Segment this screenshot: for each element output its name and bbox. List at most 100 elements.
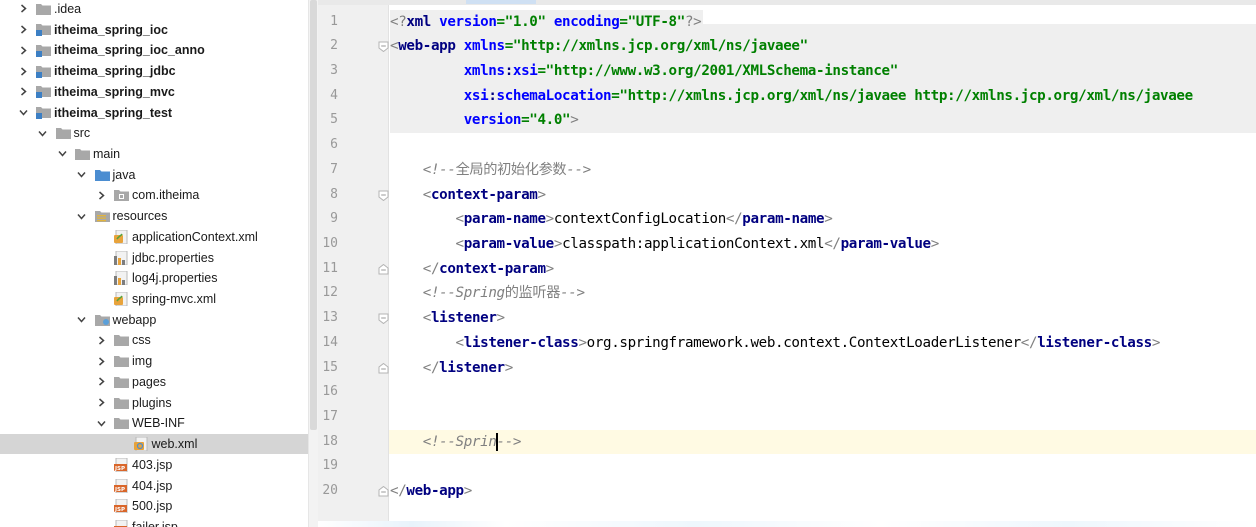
- code-line[interactable]: xmlns:xsi="http://www.w3.org/2001/XMLSch…: [390, 58, 900, 84]
- fold-close-icon[interactable]: [378, 362, 389, 374]
- tree-item[interactable]: applicationContext.xml: [0, 227, 308, 248]
- tree-item[interactable]: .idea: [0, 0, 308, 19]
- chevron-right-icon[interactable]: [18, 45, 28, 55]
- tree-item[interactable]: main: [0, 144, 308, 165]
- code-token: 的监听器: [504, 285, 561, 302]
- tree-item[interactable]: JSP 404.jsp: [0, 475, 308, 496]
- fold-close-icon[interactable]: [378, 486, 389, 497]
- tree-item[interactable]: itheima_spring_test: [0, 102, 308, 123]
- code-token: <?: [390, 13, 407, 30]
- fold-open-icon[interactable]: [378, 313, 389, 325]
- chevron-right-icon[interactable]: [96, 356, 106, 366]
- chevron-right-icon[interactable]: [96, 398, 106, 408]
- jsp-icon: JSP: [114, 499, 129, 514]
- code-token: </: [422, 260, 440, 277]
- tree-item[interactable]: webapp: [0, 309, 308, 330]
- chevron-right-icon[interactable]: [96, 335, 106, 345]
- fold-open-icon[interactable]: [378, 190, 389, 201]
- code-token: xsi: [512, 62, 538, 79]
- tree-item-label: 404.jsp: [132, 478, 173, 493]
- folder-icon: [114, 355, 129, 368]
- scrollbar-thumb[interactable]: [310, 0, 317, 430]
- tree-item[interactable]: resources: [0, 206, 308, 227]
- tree-item[interactable]: itheima_spring_jdbc: [0, 61, 308, 82]
- chevron-down-icon[interactable]: [96, 418, 106, 428]
- tree-item[interactable]: spring-mvc.xml: [0, 289, 308, 310]
- project-tree-scrollbar[interactable]: [308, 0, 318, 527]
- chevron-down-icon[interactable]: [57, 149, 67, 159]
- code-line[interactable]: <web-app xmlns="http://xmlns.jcp.org/xml…: [390, 34, 862, 59]
- tree-item[interactable]: itheima_spring_ioc_anno: [0, 40, 308, 61]
- tree-item[interactable]: css: [0, 330, 308, 351]
- chevron-right-icon[interactable]: [18, 87, 28, 97]
- tree-item[interactable]: web.xml: [0, 433, 308, 455]
- tree-item[interactable]: itheima_spring_mvc: [0, 81, 308, 102]
- code-token: org.springframework.web.context.ContextL…: [586, 334, 1022, 351]
- tree-item[interactable]: itheima_spring_ioc: [0, 19, 308, 40]
- code-line[interactable]: <listener-class>org.springframework.web.…: [390, 331, 1161, 356]
- code-token: >: [824, 211, 833, 228]
- chevron-down-icon[interactable]: [77, 170, 87, 180]
- line-number: 10: [322, 235, 338, 251]
- tree-item[interactable]: log4j.properties: [0, 268, 308, 289]
- spring-xml-icon: [114, 292, 129, 307]
- tree-item[interactable]: WEB-INF: [0, 413, 308, 434]
- code-editor[interactable]: 1 2 3 4 5 6 7 8 9 10 11 12 13 14 15 16 17 18 19 20 <?xml ve…: [318, 0, 1256, 527]
- line-number: 18: [322, 433, 338, 449]
- line-number: 5: [330, 112, 338, 128]
- code-token: -->: [566, 161, 591, 178]
- code-line[interactable]: <context-param>: [390, 183, 546, 208]
- code-line[interactable]: <param-value>classpath:applicationContex…: [390, 232, 940, 257]
- code-token: <!--: [422, 161, 456, 178]
- fold-open-icon[interactable]: [378, 41, 389, 53]
- code-line[interactable]: </context-param>: [390, 257, 554, 282]
- code-line[interactable]: </listener>: [390, 356, 513, 381]
- module-folder-icon: [36, 85, 51, 99]
- chevron-right-icon[interactable]: [96, 377, 106, 387]
- code-token: xml: [406, 13, 440, 30]
- chevron-down-icon[interactable]: [77, 211, 87, 221]
- tree-item[interactable]: pages: [0, 372, 308, 393]
- tree-item[interactable]: JSP 500.jsp: [0, 496, 308, 517]
- chevron-right-icon[interactable]: [18, 25, 28, 35]
- tree-item[interactable]: JSPfailer.jsp: [0, 517, 308, 527]
- code-line[interactable]: <param-name>contextConfigLocation</param…: [390, 207, 833, 232]
- tree-item-label: failer.jsp: [132, 519, 178, 527]
- tree-item[interactable]: java: [0, 164, 308, 185]
- jsp-icon: JSP: [114, 519, 129, 527]
- tree-item[interactable]: img: [0, 351, 308, 372]
- chevron-down-icon[interactable]: [38, 128, 48, 138]
- chevron-down-icon[interactable]: [18, 108, 28, 118]
- fold-close-icon[interactable]: [378, 263, 389, 275]
- code-line[interactable]: <!--全局的初始化参数-->: [390, 158, 591, 183]
- code-line[interactable]: <!--Spring的监听器-->: [390, 281, 585, 306]
- chevron-right-icon[interactable]: [18, 4, 28, 14]
- code-token: version: [463, 112, 522, 129]
- tree-item[interactable]: com.itheima: [0, 185, 308, 206]
- code-line[interactable]: xsi:schemaLocation="http://xmlns.jcp.org…: [390, 83, 1195, 109]
- chevron-right-icon[interactable]: [96, 190, 106, 200]
- tree-item-label: log4j.properties: [132, 271, 218, 286]
- code-token: <!--Spring: [422, 285, 505, 302]
- tree-item[interactable]: src: [0, 123, 308, 144]
- active-tab-marker[interactable]: [466, 0, 536, 4]
- code-line[interactable]: version="4.0">: [390, 108, 581, 134]
- chevron-right-icon[interactable]: [18, 66, 28, 76]
- chevron-down-icon[interactable]: [77, 315, 87, 325]
- tree-item[interactable]: plugins: [0, 392, 308, 413]
- jsp-icon: JSP: [114, 478, 129, 493]
- code-line[interactable]: </web-app>: [390, 479, 472, 504]
- line-number: 4: [330, 87, 338, 103]
- tree-item[interactable]: jdbc.properties: [0, 247, 308, 268]
- code-token: >: [553, 235, 563, 252]
- tree-item-label: plugins: [132, 395, 172, 410]
- code-line[interactable]: <!--Sprin-->: [390, 430, 521, 455]
- module-folder-icon: [36, 106, 51, 120]
- line-number: 11: [322, 260, 338, 276]
- code-token: xmlns: [463, 38, 505, 55]
- code-line[interactable]: <listener>: [390, 306, 505, 331]
- code-line[interactable]: <?xml version="1.0" encoding="UTF-8"?>: [390, 9, 704, 35]
- tree-item[interactable]: JSP 403.jsp: [0, 454, 308, 475]
- code-token: -->: [496, 433, 522, 450]
